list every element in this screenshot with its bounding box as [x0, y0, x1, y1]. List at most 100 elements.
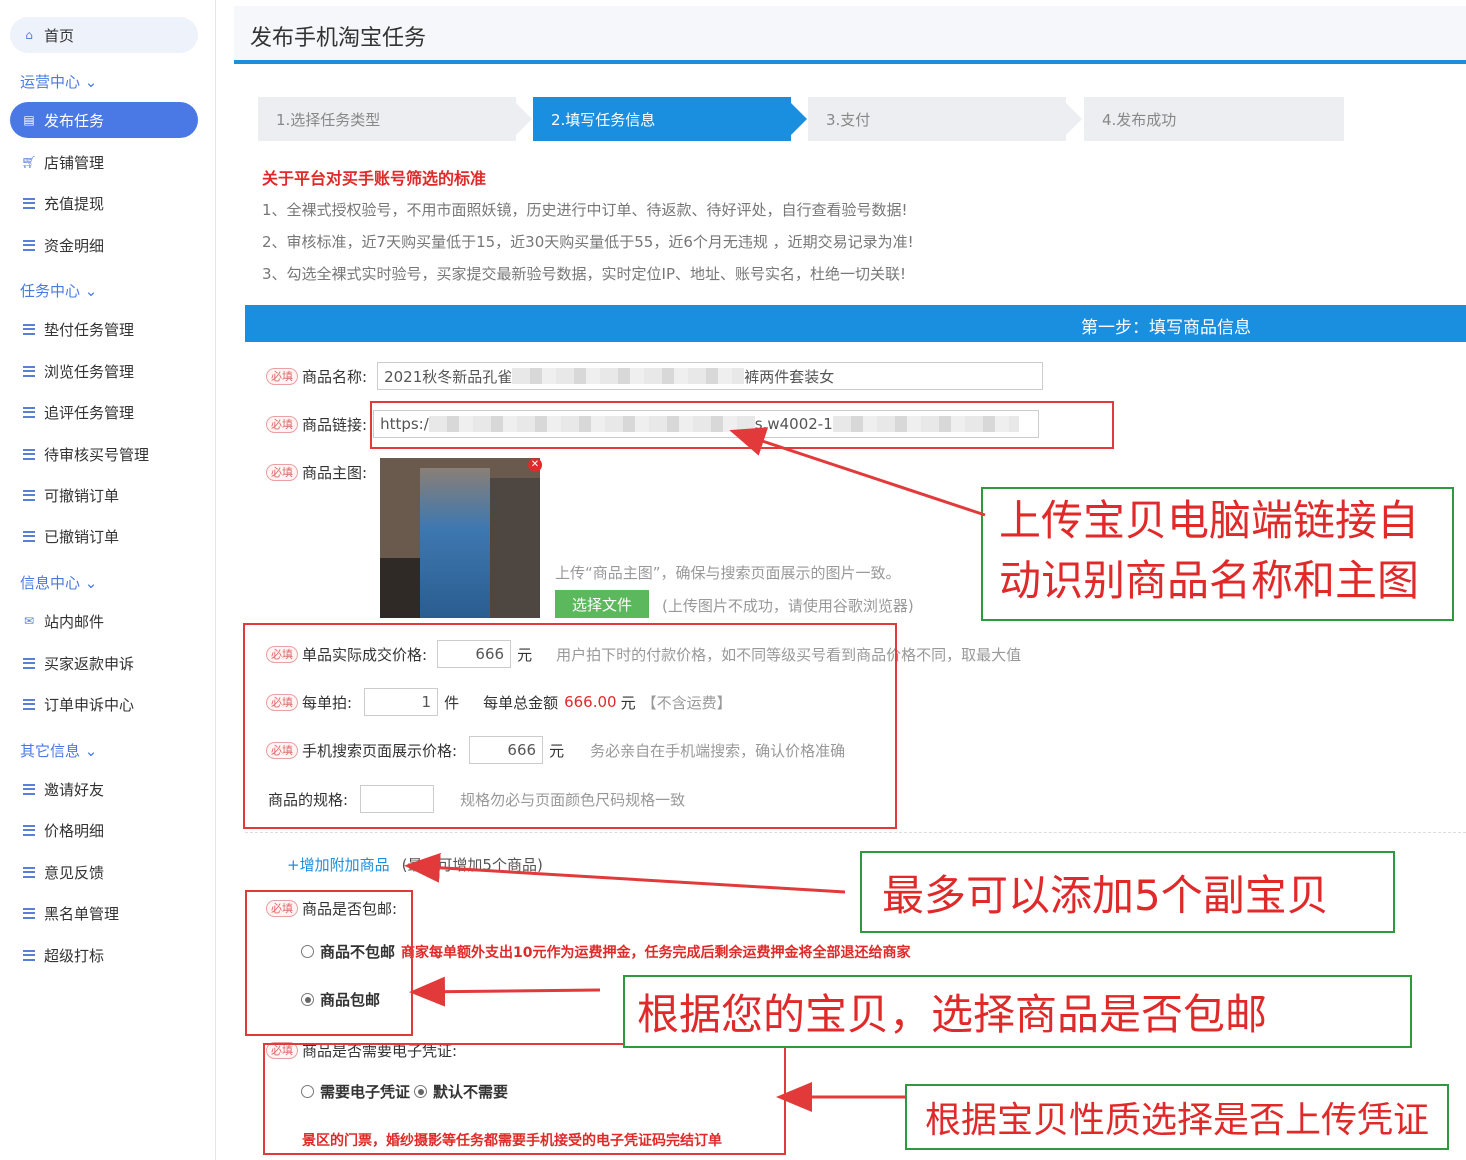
task-icon: ▤ [23, 113, 35, 127]
sidebar-item-label: 待审核买号管理 [44, 445, 150, 464]
sidebar-item-publish-task[interactable]: ▤ 发布任务 [10, 102, 198, 138]
sidebar-item-label: 黑名单管理 [44, 904, 120, 923]
add-item-row: +增加附加商品 (最多可增加5个商品) [287, 854, 543, 875]
list-icon [22, 782, 36, 796]
list-icon [22, 405, 36, 419]
sidebar-item-invite[interactable]: 邀请好友 [10, 771, 198, 807]
sidebar-item-cancelable-orders[interactable]: 可撤销订单 [10, 477, 198, 513]
upload-hint: (上传图片不成功，请使用谷歌浏览器) [662, 597, 914, 615]
sidebar-item-browse-task[interactable]: 浏览任务管理 [10, 353, 198, 389]
sidebar-item-label: 追评任务管理 [44, 403, 135, 422]
sidebar-item-feedback[interactable]: 意见反馈 [10, 854, 198, 890]
sidebar-item-super-tag[interactable]: 超级打标 [10, 937, 198, 973]
product-name-label: 商品名称: [302, 367, 368, 386]
sidebar-group-other[interactable]: 其它信息 ⌄ [20, 740, 97, 761]
sidebar-item-label: 浏览任务管理 [44, 362, 135, 381]
product-image-row: 必填 商品主图: [266, 462, 367, 483]
list-icon [22, 488, 36, 502]
chevron-down-icon: ⌄ [84, 73, 98, 91]
sidebar-item-funds[interactable]: 资金明细 [10, 227, 198, 263]
sidebar-item-label: 首页 [44, 26, 75, 45]
notice-line: 3、勾选全裸式实时验号，买家提交最新验号数据，实时定位IP、地址、账号实名，杜绝… [262, 265, 907, 283]
sidebar-item-label: 垫付任务管理 [44, 320, 135, 339]
image-hint: 上传“商品主图”，确保与搜索页面展示的图片一致。 [555, 564, 901, 582]
list-icon [22, 364, 36, 378]
shipping-no-note: 商家每单额外支出10元作为运费押金，任务完成后剩余运费押金将全部退还给商家 [401, 944, 911, 961]
section-header: 第一步：填写商品信息 [245, 305, 1466, 342]
choose-file-button[interactable]: 选择文件 [555, 590, 649, 618]
product-name-row: 必填 商品名称: 2021秋冬新品孔雀 裤两件套装女 [266, 362, 1044, 390]
step-2: 2.填写任务信息 [533, 97, 807, 141]
sidebar-item-home[interactable]: ⌂ 首页 [10, 17, 198, 53]
required-badge: 必填 [266, 367, 298, 385]
list-icon [22, 697, 36, 711]
sidebar-item-label: 意见反馈 [44, 863, 105, 882]
chevron-down-icon: ⌄ [84, 742, 98, 760]
list-icon [22, 529, 36, 543]
sidebar-item-label: 发布任务 [44, 111, 105, 130]
sidebar-item-label: 价格明细 [44, 821, 105, 840]
sidebar-item-label: 站内邮件 [44, 612, 105, 631]
home-icon: ⌂ [25, 28, 33, 42]
list-icon [22, 948, 36, 962]
sidebar-item-pending-accounts[interactable]: 待审核买号管理 [10, 436, 198, 472]
sidebar-item-blacklist[interactable]: 黑名单管理 [10, 895, 198, 931]
step-4: 4.发布成功 [1084, 97, 1344, 141]
annotation-add-items: 最多可以添加5个副宝贝 [860, 851, 1395, 933]
sidebar-item-label: 店铺管理 [44, 153, 105, 172]
annotation-shipping: 根据您的宝贝，选择商品是否包邮 [623, 975, 1412, 1048]
annotation-voucher: 根据宝贝性质选择是否上传凭证 [905, 1084, 1449, 1150]
list-icon [22, 656, 36, 670]
sidebar-item-label: 已撤销订单 [44, 527, 120, 546]
sidebar: ⌂ 首页 运营中心 ⌄ ▤ 发布任务 🛒︎ 店铺管理 充值提现 资金明细 任务中… [0, 0, 216, 1160]
sidebar-item-label: 可撤销订单 [44, 486, 120, 505]
sidebar-item-label: 充值提现 [44, 194, 105, 213]
notice-line: 1、全裸式授权验号，不用市面照妖镜，历史进行中订单、待返款、待好评处，自行查看验… [262, 201, 908, 219]
list-icon [22, 196, 36, 210]
sidebar-item-order-appeal[interactable]: 订单申诉中心 [10, 686, 198, 722]
cart-icon: 🛒︎ [21, 155, 37, 169]
remove-image-icon[interactable]: ✕ [528, 458, 542, 472]
sidebar-item-label: 资金明细 [44, 236, 105, 255]
product-image-label: 商品主图: [302, 464, 368, 482]
required-badge: 必填 [266, 415, 298, 433]
sidebar-item-review-task[interactable]: 追评任务管理 [10, 394, 198, 430]
add-item-link[interactable]: +增加附加商品 [287, 854, 390, 875]
sidebar-group-tasks[interactable]: 任务中心 ⌄ [20, 280, 97, 301]
sidebar-item-prices[interactable]: 价格明细 [10, 812, 198, 848]
product-image-thumbnail [380, 458, 540, 618]
sidebar-group-ops[interactable]: 运营中心 ⌄ [20, 71, 97, 92]
sidebar-item-label: 超级打标 [44, 946, 105, 965]
sidebar-item-recharge[interactable]: 充值提现 [10, 185, 198, 221]
sidebar-group-info[interactable]: 信息中心 ⌄ [20, 572, 97, 593]
step-3: 3.支付 [808, 97, 1082, 141]
divider [245, 832, 1466, 833]
list-icon [22, 865, 36, 879]
sidebar-item-shop[interactable]: 🛒︎ 店铺管理 [10, 144, 198, 180]
sidebar-item-advance-task[interactable]: 垫付任务管理 [10, 311, 198, 347]
list-icon [22, 906, 36, 920]
highlight-link-box [370, 401, 1114, 449]
list-icon [22, 447, 36, 461]
step-1: 1.选择任务类型 [258, 97, 532, 141]
chevron-down-icon: ⌄ [84, 282, 98, 300]
add-item-note: (最多可增加5个商品) [401, 856, 543, 874]
product-link-label: 商品链接: [302, 415, 368, 434]
sidebar-item-mail[interactable]: ✉ 站内邮件 [10, 603, 198, 639]
page-title: 发布手机淘宝任务 [250, 26, 427, 51]
required-badge: 必填 [266, 464, 298, 481]
sidebar-item-refund-appeal[interactable]: 买家返款申诉 [10, 645, 198, 681]
highlight-voucher-box [263, 1043, 786, 1155]
notice-line: 2、审核标准，近7天购买量低于15，近30天购买量低于55，近6个月无违规 ，近… [262, 233, 914, 251]
list-icon [22, 322, 36, 336]
sidebar-item-label: 邀请好友 [44, 780, 105, 799]
annotation-link: 上传宝贝电脑端链接自 动识别商品名称和主图 [981, 487, 1454, 621]
highlight-shipping-box [245, 890, 413, 1036]
mail-icon: ✉ [23, 614, 35, 628]
list-icon [22, 238, 36, 252]
page-header: 发布手机淘宝任务 [234, 6, 1466, 64]
product-name-input[interactable]: 2021秋冬新品孔雀 裤两件套装女 [377, 362, 1044, 390]
redacted-text [512, 368, 745, 384]
sidebar-item-canceled-orders[interactable]: 已撤销订单 [10, 518, 198, 554]
sidebar-item-label: 买家返款申诉 [44, 654, 135, 673]
